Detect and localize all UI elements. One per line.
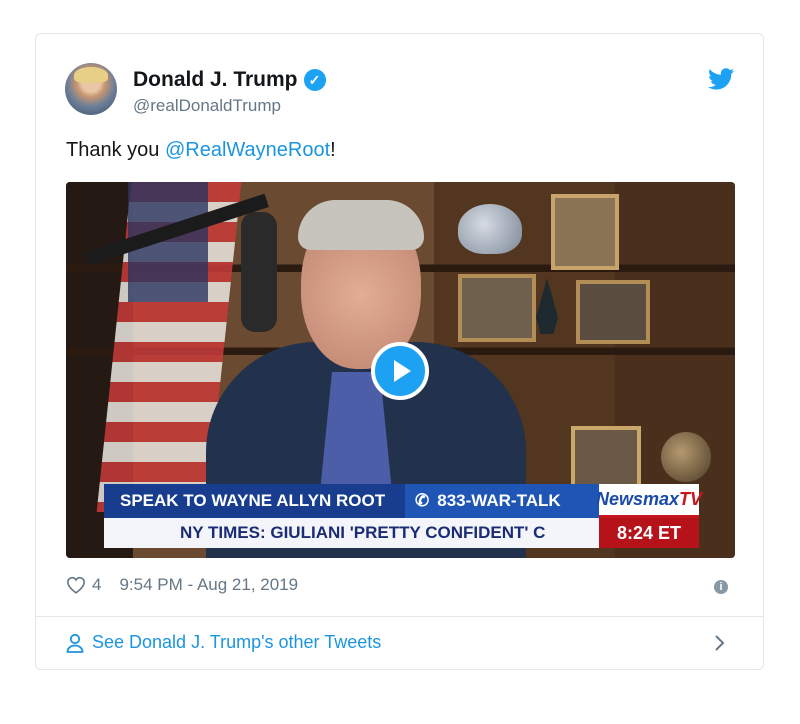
verified-badge-icon: ✓ (303, 69, 326, 91)
user-icon (66, 633, 84, 653)
microphone-decor (241, 212, 277, 332)
helmet-decor (458, 204, 522, 254)
other-tweets-link[interactable]: See Donald J. Trump's other Tweets (66, 632, 381, 653)
play-icon[interactable] (371, 342, 429, 400)
mention-link[interactable]: @RealWayneRoot (165, 139, 330, 161)
photo-frame (458, 274, 536, 342)
tweet-card: Donald J. Trump ✓ @realDonaldTrump Thank… (35, 33, 764, 670)
brand-suffix: TV (679, 489, 703, 509)
author-name-row[interactable]: Donald J. Trump ✓ (133, 68, 326, 92)
heart-icon[interactable] (66, 576, 86, 594)
person-hair (298, 200, 424, 250)
tweet-text: Thank you @RealWayneRoot! (66, 139, 336, 162)
photo-frame (551, 194, 619, 270)
author-name[interactable]: Donald J. Trump (133, 68, 298, 92)
lower-third-phone: ✆ 833-WAR-TALK (405, 484, 599, 518)
video-player[interactable]: SPEAK TO WAYNE ALLYN ROOT ✆ 833-WAR-TALK… (66, 182, 735, 558)
network-logo: Newsmax TV (595, 484, 703, 518)
phone-number: 833-WAR-TALK (437, 491, 561, 510)
globe-decor (661, 432, 711, 482)
photo-frame (576, 280, 650, 344)
tweet-text-suffix: ! (330, 139, 336, 161)
lower-third-top: SPEAK TO WAYNE ALLYN ROOT ✆ 833-WAR-TALK (104, 484, 599, 518)
author-avatar[interactable] (65, 63, 117, 115)
lower-third-headline: SPEAK TO WAYNE ALLYN ROOT (120, 491, 386, 510)
divider (36, 616, 763, 617)
chevron-right-icon[interactable] (714, 634, 726, 652)
tweet-meta: 4 9:54 PM - Aug 21, 2019 (66, 575, 298, 595)
phone-icon: ✆ (415, 491, 430, 510)
brand-prefix: Newsmax (595, 489, 680, 509)
tweet-text-prefix: Thank you (66, 139, 165, 161)
other-tweets-label[interactable]: See Donald J. Trump's other Tweets (92, 632, 381, 653)
tweet-timestamp[interactable]: 9:54 PM - Aug 21, 2019 (119, 575, 298, 595)
broadcast-clock: 8:24 ET (599, 518, 699, 548)
author-handle[interactable]: @realDonaldTrump (133, 96, 281, 116)
info-icon[interactable]: i (714, 580, 728, 594)
news-ticker: NY TIMES: GIULIANI 'PRETTY CONFIDENT' C (104, 518, 599, 548)
twitter-bird-icon[interactable] (708, 68, 734, 90)
like-count[interactable]: 4 (92, 575, 101, 595)
